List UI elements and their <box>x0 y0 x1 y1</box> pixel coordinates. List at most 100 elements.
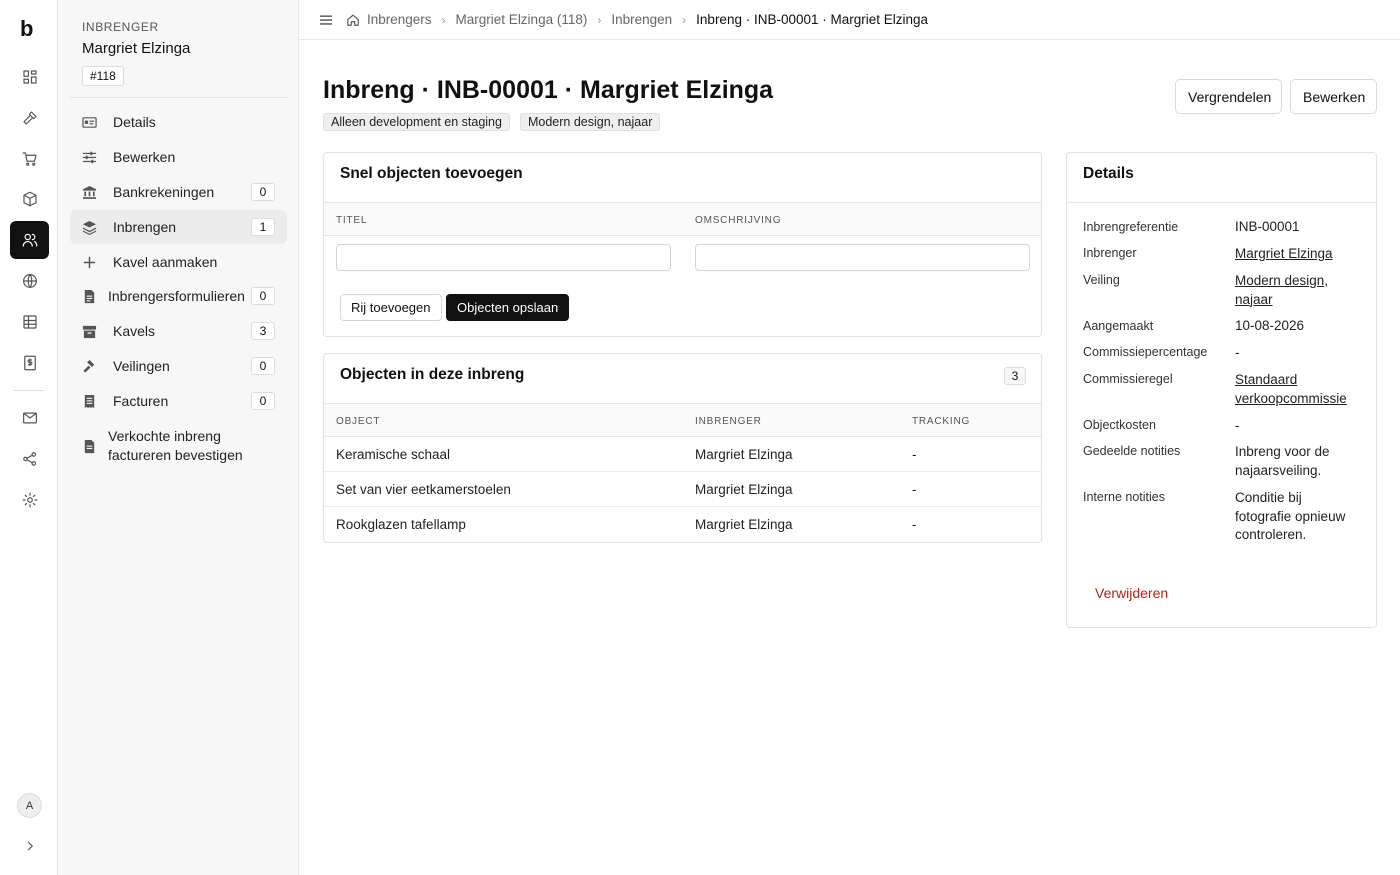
details-card: Details Inbrengreferentie INB-00001 Inbr… <box>1066 152 1377 628</box>
detail-value-internal-notes: Conditie bij fotografie opnieuw controle… <box>1235 490 1346 542</box>
app-logo[interactable]: b <box>20 16 33 42</box>
mail-icon[interactable] <box>10 399 49 437</box>
breadcrumb-item-current: Inbreng · INB-00001 · Margriet Elzinga <box>696 12 929 27</box>
sidebar-item-count: 0 <box>251 287 275 305</box>
sidebar-item-count: 0 <box>251 392 275 410</box>
sidebar-item-kavel-aanmaken[interactable]: Kavel aanmaken <box>70 245 287 279</box>
object-cell[interactable]: Rookglazen tafellamp <box>336 517 466 532</box>
quick-add-card: Snel objecten toevoegen TITEL OMSCHRIJVI… <box>323 152 1042 337</box>
sidebar-item-label: Facturen <box>113 393 169 409</box>
icon-rail: b A <box>0 0 58 875</box>
users-icon[interactable] <box>10 221 49 259</box>
detail-value-object-costs: - <box>1235 418 1240 433</box>
object-cell[interactable]: Keramische schaal <box>336 447 450 462</box>
objects-count-badge: 3 <box>1004 367 1026 385</box>
sidebar-item-label: Veilingen <box>113 358 170 374</box>
table-header: TITEL OMSCHRIJVING <box>324 202 1041 236</box>
detail-value-reference: INB-00001 <box>1235 219 1300 234</box>
sidebar-item-facturen[interactable]: Facturen 0 <box>70 384 287 418</box>
environment-tag: Alleen development en staging <box>323 113 510 131</box>
column-header-description: OMSCHRIJVING <box>695 215 782 226</box>
lock-button[interactable]: Vergrendelen <box>1175 79 1282 114</box>
consignor-name: Margriet Elzinga <box>82 40 191 57</box>
detail-label: Veiling <box>1083 273 1120 287</box>
add-row-button[interactable]: Rij toevoegen <box>340 294 442 321</box>
box-icon[interactable] <box>10 180 49 218</box>
detail-link-inbrenger[interactable]: Margriet Elzinga <box>1235 245 1360 264</box>
column-header-inbrenger: INBRENGER <box>695 416 762 427</box>
table-header: OBJECT INBRENGER TRACKING <box>324 403 1041 437</box>
sidebar-item-details[interactable]: Details <box>70 105 287 139</box>
sidebar-eyebrow: INBRENGER <box>82 20 159 34</box>
bank-icon <box>81 184 97 200</box>
sliders-icon <box>81 149 97 165</box>
detail-value-commission-pct: - <box>1235 345 1240 360</box>
title-input[interactable] <box>336 244 671 271</box>
sidebar-item-count: 1 <box>251 218 275 236</box>
description-input[interactable] <box>695 244 1030 271</box>
detail-link-veiling[interactable]: Modern design, najaar <box>1235 272 1360 309</box>
dashboard-icon[interactable] <box>10 58 49 96</box>
sidebar-item-label: Bewerken <box>113 149 176 165</box>
consignor-id-badge: #118 <box>82 66 124 86</box>
detail-value-shared-notes: Inbreng voor de najaarsveiling. <box>1235 444 1330 478</box>
sidebar-item-inbrengersformulieren[interactable]: Inbrengersformulieren 0 <box>70 279 287 313</box>
breadcrumb-item-inbrengen[interactable]: Inbrengen <box>611 12 672 27</box>
page-title: Inbreng · INB-00001 · Margriet Elzinga <box>323 76 774 104</box>
sidebar-item-label: Kavels <box>113 323 156 339</box>
save-objects-button[interactable]: Objecten opslaan <box>446 294 570 321</box>
detail-label: Inbrengreferentie <box>1083 220 1179 234</box>
invoice-icon[interactable] <box>10 344 49 382</box>
card-title: Objecten in deze inbreng <box>340 366 525 383</box>
sidebar-item-bankrekeningen[interactable]: Bankrekeningen 0 <box>70 175 287 209</box>
sidebar-item-bewerken[interactable]: Bewerken <box>70 140 287 174</box>
table-row[interactable]: Set van vier eetkamerstoelen Margriet El… <box>324 472 1041 507</box>
object-cell[interactable]: Set van vier eetkamerstoelen <box>336 482 511 497</box>
breadcrumb-item-consignor[interactable]: Margriet Elzinga (118) <box>456 12 588 27</box>
globe-icon[interactable] <box>10 262 49 300</box>
sidebar-item-verkochte-inbreng[interactable]: Verkochte inbreng factureren bevestigen <box>70 424 287 468</box>
column-header-object: OBJECT <box>336 416 381 427</box>
auction-tag: Modern design, najaar <box>519 113 661 131</box>
sidebar-item-inbrengen[interactable]: Inbrengen 1 <box>70 210 287 244</box>
chevron-right-icon[interactable] <box>10 827 49 865</box>
avatar[interactable]: A <box>17 793 42 818</box>
detail-label: Interne notities <box>1083 490 1165 504</box>
card-divider <box>1067 202 1376 203</box>
objects-card: Objecten in deze inbreng 3 OBJECT INBREN… <box>323 353 1042 543</box>
chevron-right-icon: › <box>682 12 687 27</box>
rail-divider <box>14 390 44 391</box>
breadcrumb: Inbrengers › Margriet Elzinga (118) › In… <box>346 12 928 27</box>
cart-icon[interactable] <box>10 140 49 178</box>
detail-link-commission-rule[interactable]: Standaard verkoopcommissie <box>1235 371 1360 408</box>
layers-icon <box>81 219 97 235</box>
sidebar-item-label: Kavel aanmaken <box>113 254 218 270</box>
card-title: Details <box>1083 165 1134 182</box>
detail-label: Inbrenger <box>1083 246 1137 260</box>
sidebar-item-veilingen[interactable]: Veilingen 0 <box>70 349 287 383</box>
column-header-tracking: TRACKING <box>912 416 971 427</box>
sidebar-item-count: 0 <box>251 357 275 375</box>
tracking-cell: - <box>912 482 917 497</box>
delete-button[interactable]: Verwijderen <box>1095 585 1168 601</box>
detail-label: Commissieregel <box>1083 372 1173 386</box>
chevron-right-icon: › <box>441 12 446 27</box>
sidebar-divider <box>70 97 287 98</box>
sidebar-item-label: Bankrekeningen <box>113 184 215 200</box>
table-row[interactable]: Keramische schaal Margriet Elzinga - <box>324 437 1041 472</box>
breadcrumb-item-inbrengers[interactable]: Inbrengers <box>367 12 432 27</box>
gavel-icon <box>81 358 97 374</box>
plus-icon <box>81 254 97 270</box>
inbrenger-cell: Margriet Elzinga <box>695 482 793 497</box>
edit-button[interactable]: Bewerken <box>1290 79 1377 114</box>
hamburger-icon[interactable] <box>319 13 333 27</box>
file-check-icon <box>81 438 97 454</box>
table-icon[interactable] <box>10 303 49 341</box>
share-icon[interactable] <box>10 440 49 478</box>
sidebar-item-label: Details <box>113 114 156 130</box>
gear-icon[interactable] <box>10 481 49 519</box>
tracking-cell: - <box>912 517 917 532</box>
sidebar-item-kavels[interactable]: Kavels 3 <box>70 314 287 348</box>
hammer-icon[interactable] <box>10 99 49 137</box>
table-row[interactable]: Rookglazen tafellamp Margriet Elzinga - <box>324 507 1041 542</box>
